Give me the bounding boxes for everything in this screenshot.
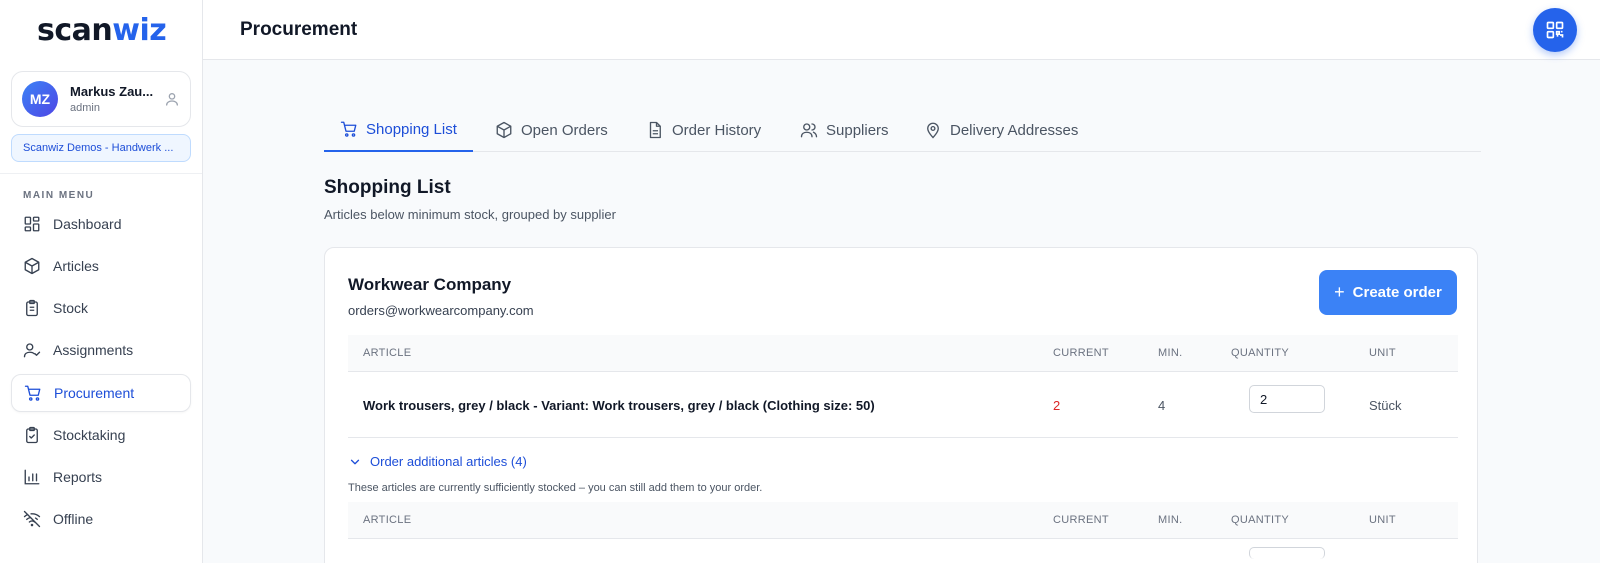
clipboard-icon	[26, 299, 38, 317]
additional-articles-note: These articles are currently sufficientl…	[348, 482, 763, 494]
plus-icon: +	[1334, 282, 1345, 302]
tab-delivery-addresses[interactable]: Delivery Addresses	[908, 108, 1094, 152]
organization-badge[interactable]: Scanwiz Demos - Handwerk ...	[11, 134, 191, 162]
box-icon	[24, 257, 40, 275]
bar-chart-icon	[24, 469, 40, 485]
column-unit: UNIT	[1369, 514, 1396, 526]
column-article: ARTICLE	[363, 514, 412, 526]
cell-current: 2	[1053, 398, 1061, 413]
sidebar-item-stock[interactable]: Stock	[11, 289, 191, 327]
table-header: ARTICLE CURRENT MIN. QUANTITY UNIT	[348, 335, 1458, 372]
procurement-tabs: Shopping List Open Orders Order History …	[324, 108, 1481, 152]
user-card[interactable]: MZ Markus Zau... admin	[11, 71, 191, 127]
tab-label: Order History	[672, 121, 762, 139]
wifi-off-icon	[23, 510, 41, 528]
box-icon	[496, 121, 512, 139]
create-order-label: Create order	[1352, 284, 1442, 301]
sidebar-item-reports[interactable]: Reports	[11, 458, 191, 496]
app-logo[interactable]: scan wiz	[0, 0, 202, 60]
additional-articles-toggle[interactable]: Order additional articles (4)	[348, 454, 527, 469]
sidebar-item-articles[interactable]: Articles	[11, 247, 191, 285]
quantity-input[interactable]	[1249, 385, 1325, 413]
sidebar-divider	[0, 173, 202, 174]
qr-scan-button[interactable]	[1533, 8, 1577, 52]
sidebar-item-label: Offline	[53, 511, 94, 527]
sidebar-item-dashboard[interactable]: Dashboard	[11, 205, 191, 243]
sidebar-item-label: Articles	[53, 258, 99, 274]
sidebar-item-procurement[interactable]: Procurement	[11, 374, 191, 412]
cart-icon	[24, 385, 41, 401]
sidebar-item-label: Reports	[53, 469, 103, 485]
quantity-input[interactable]	[1249, 547, 1325, 559]
column-quantity: QUANTITY	[1231, 514, 1290, 526]
cell-unit: Stück	[1369, 398, 1402, 413]
section-title: Shopping List	[324, 177, 451, 198]
additional-table-header: ARTICLE CURRENT MIN. QUANTITY UNIT	[348, 502, 1458, 539]
column-min: MIN.	[1158, 347, 1183, 359]
tab-label: Delivery Addresses	[950, 121, 1079, 139]
supplier-card: Workwear Company orders@workwearcompany.…	[324, 247, 1478, 563]
section-subtitle: Articles below minimum stock, grouped by…	[324, 207, 616, 222]
map-pin-icon	[927, 122, 939, 139]
tab-label: Open Orders	[521, 121, 608, 139]
additional-articles-label: Order additional articles (4)	[370, 454, 527, 469]
logo-text-wiz: wiz	[112, 12, 167, 48]
sidebar-item-offline[interactable]: Offline	[11, 500, 191, 538]
logo-text-scan: scan	[37, 12, 113, 48]
users-icon	[800, 123, 818, 138]
column-current: CURRENT	[1053, 347, 1109, 359]
sidebar-item-label: Assignments	[53, 342, 134, 358]
tab-open-orders[interactable]: Open Orders	[479, 108, 624, 152]
main-menu-title: MAIN MENU	[23, 190, 95, 201]
column-current: CURRENT	[1053, 514, 1109, 526]
table-row: Work trousers, grey / black - Variant: W…	[348, 372, 1458, 438]
avatar: MZ	[22, 81, 58, 117]
page-title: Procurement	[240, 19, 358, 40]
tab-label: Suppliers	[826, 121, 889, 139]
create-order-button[interactable]: + Create order	[1319, 270, 1457, 315]
column-min: MIN.	[1158, 514, 1183, 526]
dashboard-icon	[24, 216, 40, 232]
tab-suppliers[interactable]: Suppliers	[784, 108, 905, 152]
tab-shopping-list[interactable]: Shopping List	[324, 108, 473, 152]
cell-min: 4	[1158, 398, 1166, 413]
sidebar: scan wiz MZ Markus Zau... admin Scanwiz D…	[0, 0, 203, 563]
user-icon[interactable]	[164, 91, 180, 107]
cart-icon	[340, 121, 357, 137]
clipboard-check-icon	[26, 426, 38, 444]
column-article: ARTICLE	[363, 347, 412, 359]
sidebar-item-label: Stock	[53, 300, 89, 316]
chevron-down-icon	[350, 459, 360, 464]
document-icon	[649, 121, 661, 139]
top-bar: Procurement	[203, 0, 1600, 60]
user-info: Markus Zau... admin	[70, 84, 164, 114]
table-row	[348, 539, 1458, 563]
sidebar-item-stocktaking[interactable]: Stocktaking	[11, 416, 191, 454]
supplier-name: Workwear Company	[348, 275, 512, 294]
supplier-email: orders@workwearcompany.com	[348, 303, 534, 318]
sidebar-item-label: Dashboard	[53, 216, 122, 232]
sidebar-item-assignments[interactable]: Assignments	[11, 331, 191, 369]
sidebar-item-label: Procurement	[54, 385, 135, 401]
qr-code-icon	[1546, 21, 1564, 39]
user-name: Markus Zau...	[70, 84, 154, 99]
tab-label: Shopping List	[366, 120, 457, 138]
user-check-icon	[23, 343, 41, 358]
column-quantity: QUANTITY	[1231, 347, 1290, 359]
tab-order-history[interactable]: Order History	[630, 108, 777, 152]
sidebar-item-label: Stocktaking	[53, 427, 126, 443]
user-role: admin	[70, 102, 100, 114]
column-unit: UNIT	[1369, 347, 1396, 359]
cell-article: Work trousers, grey / black - Variant: W…	[363, 398, 875, 413]
